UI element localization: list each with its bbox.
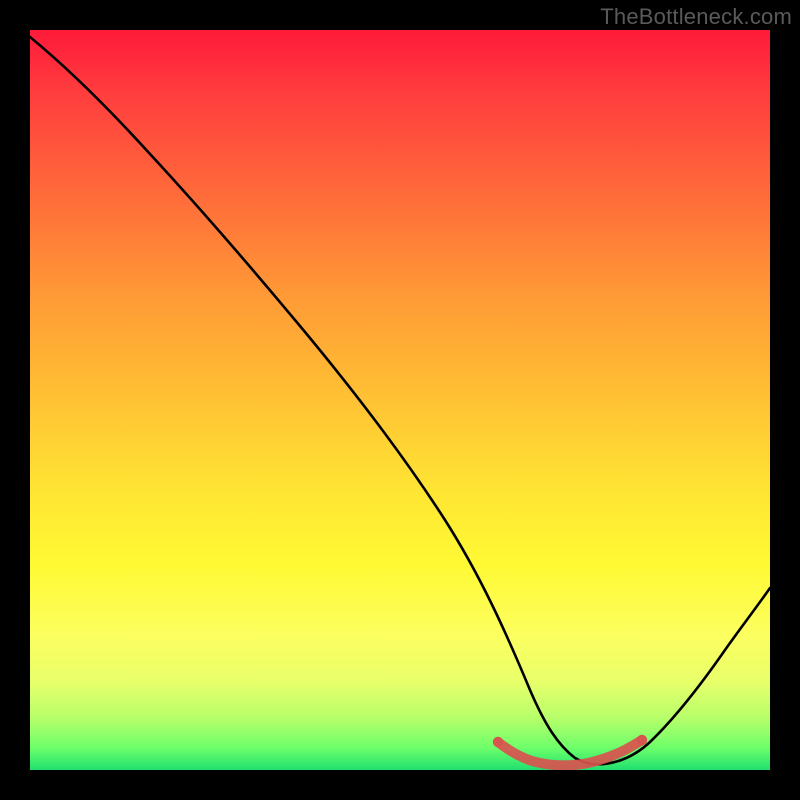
plot-area xyxy=(30,30,770,770)
highlight-dot-right xyxy=(637,735,647,745)
highlight-dot-left xyxy=(493,737,503,747)
chart-svg xyxy=(30,30,770,770)
curve-line xyxy=(30,37,770,764)
watermark-text: TheBottleneck.com xyxy=(600,4,792,30)
